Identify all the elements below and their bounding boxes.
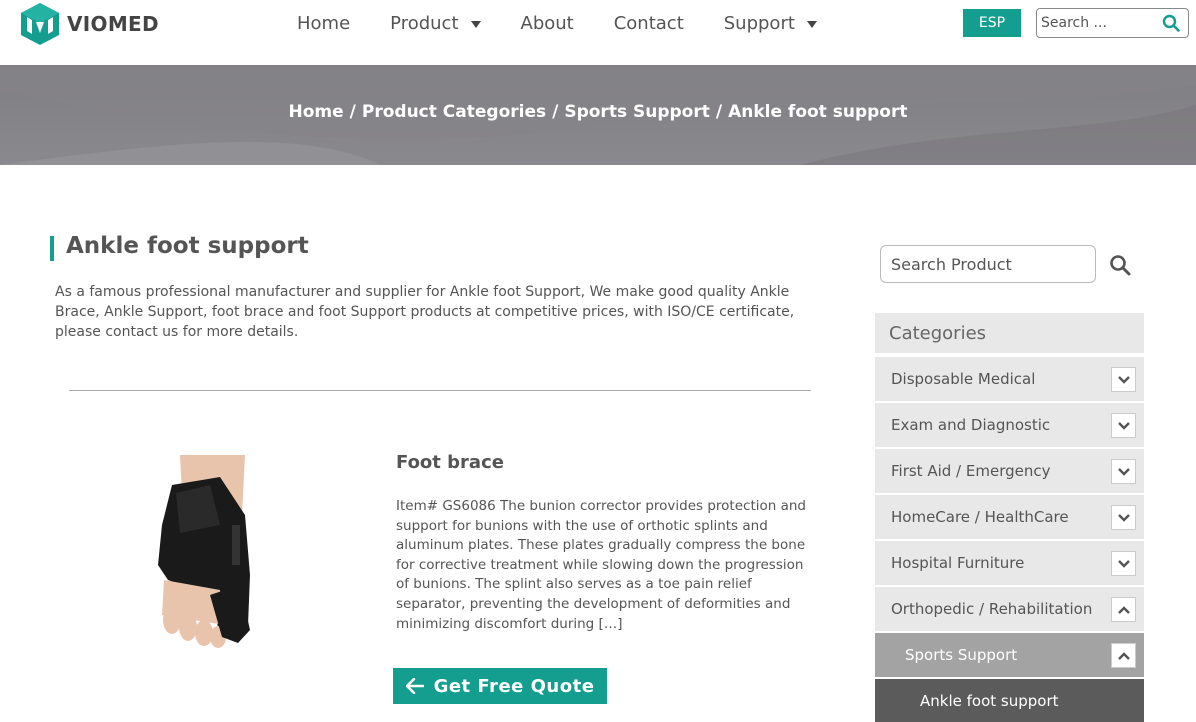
breadcrumb-current: Ankle foot support bbox=[728, 102, 908, 122]
category-hospital-furniture[interactable]: Hospital Furniture bbox=[875, 541, 1144, 585]
category-label: Exam and Diagnostic bbox=[891, 416, 1051, 434]
arrow-left-icon bbox=[405, 678, 424, 694]
chevron-down-icon[interactable] bbox=[1111, 505, 1136, 530]
breadcrumb-separator: / bbox=[552, 102, 559, 122]
site-header: VIOMED Home Product About Contact Suppor… bbox=[0, 0, 1196, 65]
quote-button-label: Get Free Quote bbox=[433, 675, 595, 697]
active-category-label: Ankle foot support bbox=[920, 692, 1059, 710]
category-exam-diagnostic[interactable]: Exam and Diagnostic bbox=[875, 403, 1144, 447]
nav-product-label: Product bbox=[390, 13, 459, 34]
category-orthopedic[interactable]: Orthopedic / Rehabilitation bbox=[875, 587, 1144, 631]
chevron-down-icon[interactable] bbox=[1111, 459, 1136, 484]
breadcrumb-home[interactable]: Home bbox=[289, 102, 344, 122]
search-icon[interactable] bbox=[1162, 14, 1180, 36]
category-list: Disposable Medical Exam and Diagnostic F… bbox=[875, 357, 1144, 722]
nav-about-label: About bbox=[520, 13, 574, 34]
nav-contact[interactable]: Contact bbox=[614, 13, 684, 34]
product-search-input[interactable] bbox=[881, 254, 1081, 274]
categories-heading: Categories bbox=[875, 313, 1144, 353]
nav-product[interactable]: Product bbox=[390, 13, 481, 34]
category-intro: As a famous professional manufacturer an… bbox=[55, 284, 795, 340]
caret-down-icon bbox=[470, 21, 481, 28]
nav-home-label: Home bbox=[297, 13, 351, 34]
category-label: First Aid / Emergency bbox=[891, 462, 1051, 480]
breadcrumb-separator: / bbox=[715, 102, 723, 122]
breadcrumb-separator: / bbox=[349, 102, 356, 122]
product-description: Item# GS6086 The bunion corrector provid… bbox=[396, 498, 806, 632]
product-image[interactable] bbox=[150, 455, 270, 650]
subcategory-ankle-foot-support[interactable]: Ankle foot support bbox=[875, 679, 1144, 722]
breadcrumb-sports-support[interactable]: Sports Support bbox=[564, 102, 710, 122]
chevron-down-icon[interactable] bbox=[1111, 367, 1136, 392]
chevron-up-icon[interactable] bbox=[1111, 597, 1136, 622]
chevron-down-icon[interactable] bbox=[1111, 413, 1136, 438]
category-label: Disposable Medical bbox=[891, 370, 1036, 388]
subcategory-sports-support[interactable]: Sports Support bbox=[875, 633, 1144, 677]
nav-support-label: Support bbox=[723, 13, 795, 34]
get-free-quote-button[interactable]: Get Free Quote bbox=[393, 668, 607, 704]
page-banner: Home / Product Categories / Sports Support / A… bbox=[0, 65, 1196, 165]
divider bbox=[69, 390, 811, 391]
category-disposable-medical[interactable]: Disposable Medical bbox=[875, 357, 1144, 401]
caret-down-icon bbox=[806, 21, 817, 28]
search-icon[interactable] bbox=[1109, 254, 1131, 280]
nav-home[interactable]: Home bbox=[297, 13, 350, 34]
product-search bbox=[880, 245, 1096, 283]
breadcrumb-product-categories[interactable]: Product Categories bbox=[362, 102, 546, 122]
nav-about[interactable]: About bbox=[521, 13, 574, 34]
title-accent-bar bbox=[50, 236, 54, 261]
logo-cube-icon bbox=[21, 3, 59, 45]
category-first-aid[interactable]: First Aid / Emergency bbox=[875, 449, 1144, 493]
subcategory-label: Sports Support bbox=[905, 646, 1018, 664]
language-button[interactable]: ESP bbox=[963, 9, 1021, 37]
brand-name: VIOMED bbox=[67, 12, 159, 36]
chevron-up-icon[interactable] bbox=[1111, 643, 1136, 668]
nav-contact-label: Contact bbox=[613, 13, 684, 34]
category-label: Hospital Furniture bbox=[891, 554, 1025, 572]
header-search bbox=[1036, 8, 1189, 38]
main-nav: Home Product About Contact Support bbox=[297, 13, 857, 34]
nav-support[interactable]: Support bbox=[724, 13, 817, 34]
category-homecare[interactable]: HomeCare / HealthCare bbox=[875, 495, 1144, 539]
breadcrumb: Home / Product Categories / Sports Support / A… bbox=[0, 102, 1196, 122]
header-search-input[interactable] bbox=[1037, 15, 1155, 31]
category-label: Orthopedic / Rehabilitation bbox=[891, 600, 1093, 618]
page-title: Ankle foot support bbox=[66, 233, 309, 259]
logo[interactable]: VIOMED bbox=[19, 0, 159, 48]
product-title[interactable]: Foot brace bbox=[396, 452, 504, 473]
category-label: HomeCare / HealthCare bbox=[891, 508, 1069, 526]
chevron-down-icon[interactable] bbox=[1111, 551, 1136, 576]
